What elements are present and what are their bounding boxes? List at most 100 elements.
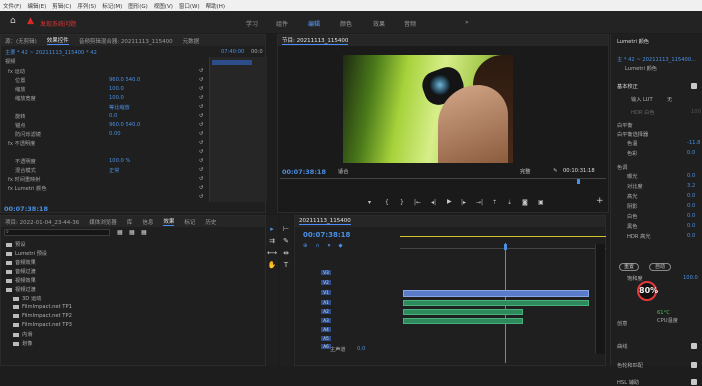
yuv-effects-icon[interactable]: ▦ [141,229,147,236]
hdr-white-value[interactable]: 100 [691,109,701,115]
work-area-bar[interactable] [400,236,606,240]
tab-metadata[interactable]: 元数据 [183,37,200,45]
master-track-value[interactable]: 0.0 [357,346,365,352]
menu-markers[interactable]: 标记(M) [102,2,122,10]
reset-parameter-icon[interactable]: ↺ [199,95,203,101]
tab-media-browser[interactable]: 媒体浏览器 [89,218,117,226]
add-button-icon[interactable]: + [596,196,604,206]
effect-row[interactable]: 混合模式 正常 ↺ [1,167,207,176]
tab-effects-browser[interactable]: 效果 [163,217,175,226]
tab-editing[interactable]: 编辑 [308,19,320,28]
effects-tree-item[interactable]: 3D 运动 [13,295,41,302]
track-name[interactable]: A1 [321,300,331,305]
tab-effects[interactable]: 效果 [373,19,385,28]
reset-parameter-icon[interactable]: ↺ [199,167,203,173]
reset-parameter-icon[interactable]: ↺ [199,122,203,128]
export-frame-icon[interactable]: ◙ [522,199,528,206]
effect-row[interactable]: ↺ [1,194,207,203]
wheels-checkbox[interactable] [691,362,697,368]
effects-tree-item[interactable]: Lumetri 预设 [6,250,47,257]
effect-row[interactable]: 不透明度 100.0 % ↺ [1,158,207,167]
menu-file[interactable]: 文件(F) [3,2,21,10]
video-clip[interactable] [403,290,589,297]
effects-tree-item[interactable]: 预设 [6,241,25,248]
tab-libraries[interactable]: 库 [127,218,133,226]
effect-row-value[interactable]: 0.0 [109,113,117,119]
track-header[interactable]: A5 [321,336,334,342]
ec-mini-timeline[interactable] [209,57,267,202]
track-header[interactable]: V2 [321,280,334,286]
reset-parameter-icon[interactable]: ↺ [199,140,203,146]
hand-tool-icon[interactable]: ✋ [267,261,277,270]
track-name[interactable]: A4 [321,327,331,332]
program-ruler[interactable] [280,178,606,186]
reset-parameter-icon[interactable]: ↺ [199,68,203,74]
track-select-tool-icon[interactable]: ⇉ [267,237,277,246]
menu-clip[interactable]: 剪辑(C) [52,2,71,10]
add-marker-icon[interactable]: ▾ [368,199,371,206]
effect-row[interactable]: 缩放宽度 100.0 ↺ [1,95,207,104]
tone-slider-value[interactable]: 0.0 [687,213,695,219]
effect-row-value[interactable]: 100.0 % [109,158,130,164]
menu-graphics[interactable]: 图形(G) [128,2,148,10]
program-playhead[interactable] [577,179,580,184]
selection-tool-icon[interactable]: ▸ [267,225,277,234]
effect-row[interactable]: fx 时间重映射 ↺ [1,176,207,185]
go-to-out-icon[interactable]: →| [476,199,483,206]
audio-clip[interactable] [403,300,589,306]
tint-value[interactable]: 0.0 [687,150,695,156]
creative-section[interactable]: 创意 [617,320,627,327]
effect-row-value[interactable]: 正常 [109,167,119,174]
input-lut-dropdown[interactable]: 无 [667,96,672,103]
effects-tree-item[interactable]: 视频效果 [6,277,36,284]
lumetri-preset[interactable]: Lumetri 颜色 [625,65,657,72]
effect-row[interactable]: 等比缩放 ↺ [1,104,207,113]
tone-slider-value[interactable]: 0.0 [687,233,695,239]
effects-search-input[interactable]: ⌕ [4,229,110,236]
curves-section[interactable]: 曲线 [617,343,627,350]
accelerated-effects-icon[interactable]: ▦ [117,229,123,236]
effect-row[interactable]: 锚点 960.0 540.0 ↺ [1,122,207,131]
auto-button[interactable]: 自动 [649,263,671,271]
fit-dropdown[interactable]: 适合 [338,168,348,175]
reset-parameter-icon[interactable]: ↺ [199,104,203,110]
tab-audio[interactable]: 音频 [404,19,416,28]
program-timecode[interactable]: 00:07:38:18 [282,168,326,176]
track-name[interactable]: V3 [321,270,331,275]
track-name[interactable]: V1 [321,290,331,295]
effect-row-value[interactable]: 100.0 [109,86,124,92]
clip-selector[interactable]: 主要 * 42 ~ 20211113_115400 * 42 [5,49,97,56]
effects-tree-item[interactable]: 内滑 [13,331,32,338]
effects-tree-item[interactable]: 划像 [13,340,32,347]
tone-slider-value[interactable]: 0.0 [687,193,695,199]
reset-parameter-icon[interactable]: ↺ [199,113,203,119]
pen-tool-icon[interactable]: ✎ [281,237,291,246]
track-name[interactable]: A3 [321,318,331,323]
reset-parameter-icon[interactable]: ↺ [199,149,203,155]
workspace-more-button[interactable]: » [465,19,469,26]
hsl-section[interactable]: HSL 辅助 [617,379,639,386]
effect-row[interactable]: 防闪烁滤镜 0.00 ↺ [1,131,207,140]
track-header[interactable]: A4 [321,327,334,333]
tab-audio-mixer[interactable]: 音频剪辑混合器: 20211113_115400 [79,37,173,45]
menu-edit[interactable]: 编辑(E) [27,2,46,10]
lumetri-master[interactable]: 主 * 42 ~ 20211113_115400... [617,56,696,63]
effects-tree-item[interactable]: FilmImpact.net TP1 [13,304,72,310]
track-header[interactable]: V1 [321,290,334,296]
menu-help[interactable]: 帮助(H) [206,2,225,10]
track-header[interactable]: V3 [321,270,334,276]
reset-parameter-icon[interactable]: ↺ [199,185,203,191]
reset-parameter-icon[interactable]: ↺ [199,194,203,200]
wrench-icon[interactable]: ✎ [553,168,557,174]
effects-tree-item[interactable]: 音频效果 [6,259,36,266]
basic-correction-checkbox[interactable] [691,83,697,89]
effect-row-value[interactable]: 等比缩放 [109,104,130,111]
timeline-ruler[interactable] [400,244,606,256]
extract-icon[interactable]: ⇣ [507,199,512,206]
tab-learn[interactable]: 学习 [246,19,258,28]
effect-row[interactable]: fx Lumetri 颜色 ↺ [1,185,207,194]
track-header[interactable]: A1 [321,300,334,306]
effect-row-value[interactable]: 960.0 540.0 [109,77,140,83]
home-icon[interactable]: ⌂ [10,16,16,26]
track-header[interactable]: A3 [321,318,334,324]
